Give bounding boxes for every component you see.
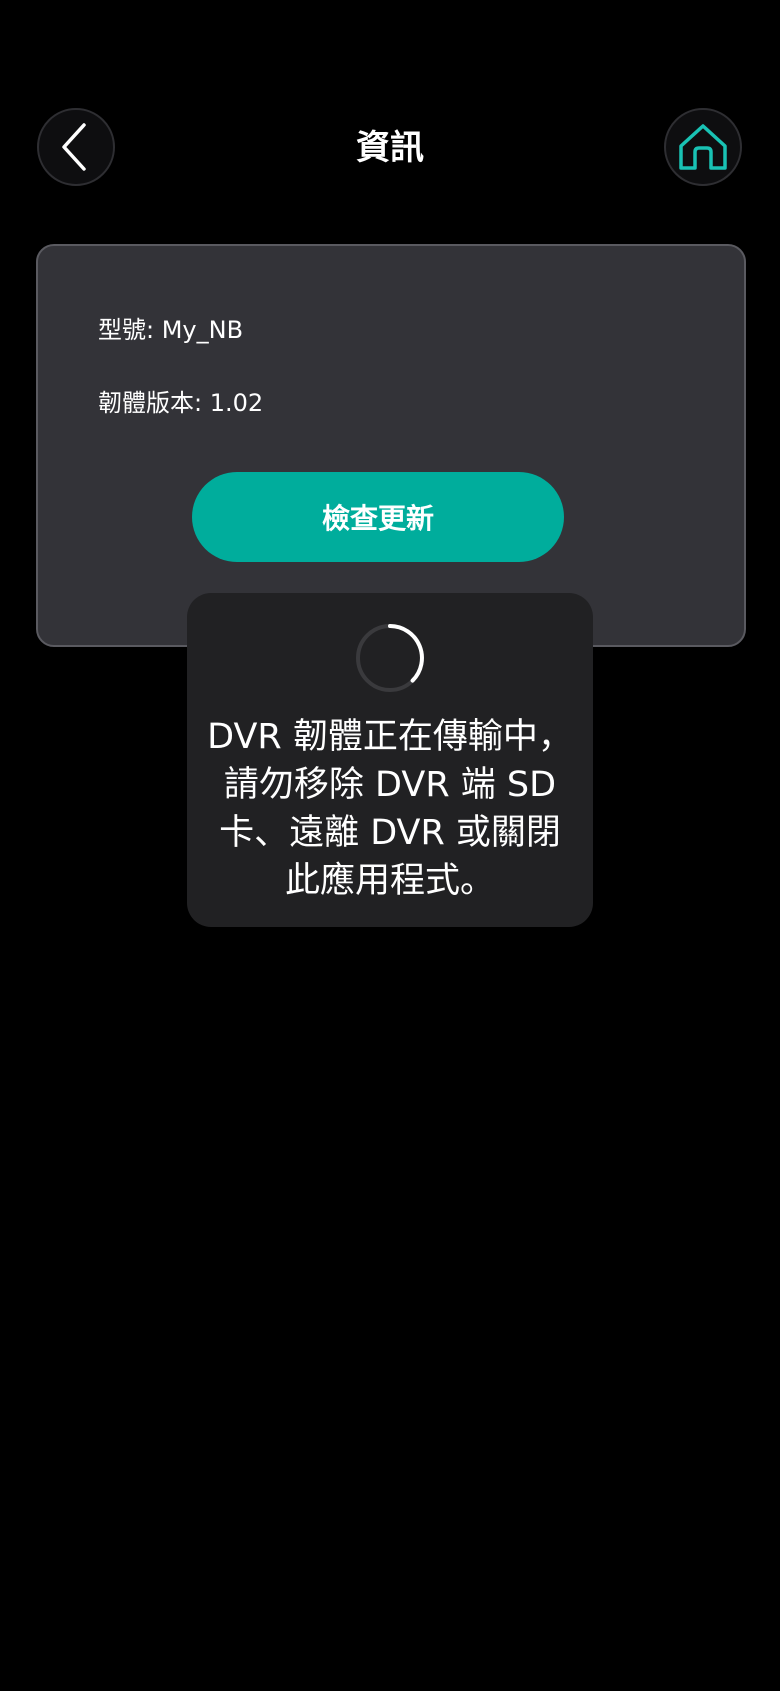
check-update-button[interactable]: 檢查更新 bbox=[192, 472, 564, 562]
firmware-transfer-toast: DVR 韌體正在傳輸中，請勿移除 DVR 端 SD 卡、遠離 DVR 或關閉此應… bbox=[187, 593, 593, 927]
device-info-card: 型號: My_NB 韌體版本: 1.02 檢查更新 bbox=[36, 244, 746, 647]
home-icon bbox=[679, 124, 727, 170]
home-button[interactable] bbox=[664, 108, 742, 186]
toast-message: DVR 韌體正在傳輸中，請勿移除 DVR 端 SD 卡、遠離 DVR 或關閉此應… bbox=[207, 717, 573, 901]
model-label: 型號: My_NB bbox=[98, 316, 244, 344]
loading-spinner-icon bbox=[356, 624, 424, 692]
firmware-version-label: 韌體版本: 1.02 bbox=[98, 389, 264, 417]
header-bar: 資訊 bbox=[0, 0, 780, 240]
page-title: 資訊 bbox=[356, 128, 424, 168]
